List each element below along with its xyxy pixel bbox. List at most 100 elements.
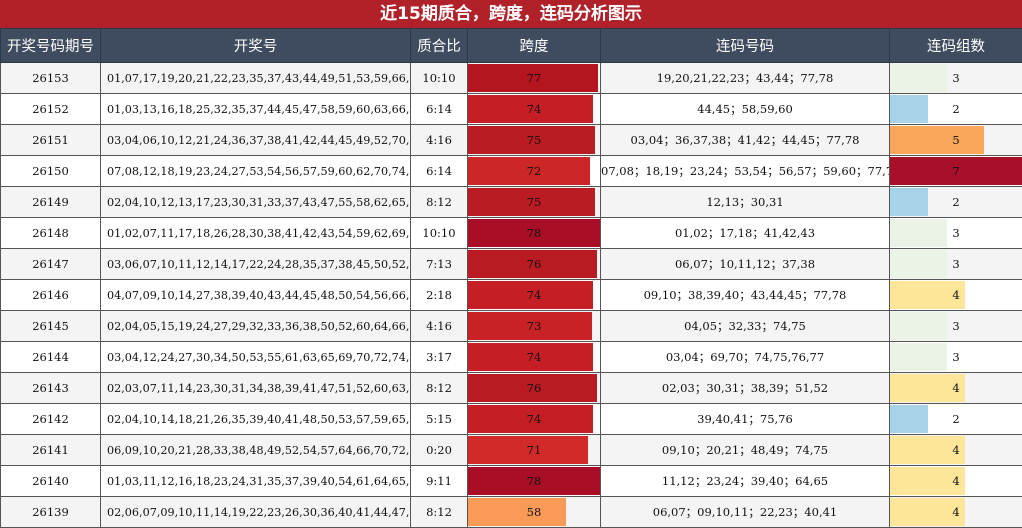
span-cell: 78 (467, 217, 601, 249)
table-row: 26150 07,08,12,18,19,23,24,27,53,54,56,57… (0, 155, 1022, 187)
table-row: 26151 03,04,06,10,12,21,24,36,37,38,41,42… (0, 124, 1022, 156)
groups-value: 3 (952, 319, 960, 333)
ratio-cell: 2:18 (410, 279, 468, 311)
span-value: 75 (526, 195, 542, 209)
groups-cell: 5 (889, 124, 1022, 156)
period-cell: 26151 (0, 124, 101, 156)
span-value: 74 (526, 288, 542, 302)
header-ratio: 质合比 (410, 28, 468, 63)
numbers-cell: 01,07,17,19,20,21,22,23,35,37,43,44,49,5… (100, 62, 411, 94)
span-cell: 74 (467, 341, 601, 373)
consecutive-cell: 09,10；20,21；48,49；74,75 (600, 434, 890, 466)
consecutive-cell: 12,13；30,31 (600, 186, 890, 218)
consecutive-cell: 01,02；17,18；41,42,43 (600, 217, 890, 249)
table-row: 26145 02,04,05,15,19,24,27,29,32,33,36,38… (0, 310, 1022, 342)
span-value: 72 (526, 164, 542, 178)
table-row: 26139 02,06,07,09,10,11,14,19,22,23,26,30… (0, 496, 1022, 528)
ratio-cell: 8:12 (410, 496, 468, 528)
table-row: 26147 03,06,07,10,11,12,14,17,22,24,28,35… (0, 248, 1022, 280)
numbers-cell: 03,06,07,10,11,12,14,17,22,24,28,35,37,3… (100, 248, 411, 280)
span-cell: 58 (467, 496, 601, 528)
groups-value: 2 (952, 195, 960, 209)
consecutive-cell: 09,10；38,39,40；43,44,45；77,78 (600, 279, 890, 311)
groups-cell: 4 (889, 496, 1022, 528)
span-value: 78 (526, 474, 542, 488)
ratio-cell: 0:20 (410, 434, 468, 466)
groups-cell: 3 (889, 248, 1022, 280)
groups-value: 3 (952, 71, 960, 85)
groups-value: 4 (952, 288, 960, 302)
span-cell: 75 (467, 124, 601, 156)
period-cell: 26148 (0, 217, 101, 249)
consecutive-cell: 02,03；30,31；38,39；51,52 (600, 372, 890, 404)
header-row: 开奖号码期号 开奖号 质合比 跨度 连码号码 连码组数 (0, 28, 1022, 63)
ratio-cell: 8:12 (410, 372, 468, 404)
period-cell: 26141 (0, 434, 101, 466)
numbers-cell: 01,03,11,12,16,18,23,24,31,35,37,39,40,5… (100, 465, 411, 497)
numbers-cell: 06,09,10,20,21,28,33,38,48,49,52,54,57,6… (100, 434, 411, 466)
period-cell: 26144 (0, 341, 101, 373)
ratio-cell: 7:13 (410, 248, 468, 280)
span-cell: 76 (467, 372, 601, 404)
consecutive-cell: 03,04；69,70；74,75,76,77 (600, 341, 890, 373)
numbers-cell: 01,02,07,11,17,18,26,28,30,38,41,42,43,5… (100, 217, 411, 249)
groups-cell: 3 (889, 310, 1022, 342)
ratio-cell: 4:16 (410, 124, 468, 156)
numbers-cell: 04,07,09,10,14,27,38,39,40,43,44,45,48,5… (100, 279, 411, 311)
table-row: 26146 04,07,09,10,14,27,38,39,40,43,44,45… (0, 279, 1022, 311)
span-cell: 74 (467, 403, 601, 435)
consecutive-cell: 04,05；32,33；74,75 (600, 310, 890, 342)
ratio-cell: 4:16 (410, 310, 468, 342)
span-value: 78 (526, 226, 542, 240)
period-cell: 26149 (0, 186, 101, 218)
period-cell: 26150 (0, 155, 101, 187)
consecutive-cell: 06,07；09,10,11；22,23；40,41 (600, 496, 890, 528)
period-cell: 26145 (0, 310, 101, 342)
table-row: 26144 03,04,12,24,27,30,34,50,53,55,61,63… (0, 341, 1022, 373)
numbers-cell: 02,03,07,11,14,23,30,31,34,38,39,41,47,5… (100, 372, 411, 404)
numbers-cell: 03,04,12,24,27,30,34,50,53,55,61,63,65,6… (100, 341, 411, 373)
analysis-page: 近15期质合，跨度，连码分析图示 开奖号码期号 开奖号 质合比 跨度 连码号码 … (0, 0, 1022, 528)
groups-cell: 3 (889, 341, 1022, 373)
groups-value: 3 (952, 226, 960, 240)
numbers-cell: 02,06,07,09,10,11,14,19,22,23,26,30,36,4… (100, 496, 411, 528)
period-cell: 26140 (0, 465, 101, 497)
groups-value: 4 (952, 474, 960, 488)
groups-cell: 2 (889, 403, 1022, 435)
consecutive-cell: 11,12；23,24；39,40；64,65 (600, 465, 890, 497)
period-cell: 26143 (0, 372, 101, 404)
period-cell: 26139 (0, 496, 101, 528)
span-value: 77 (526, 71, 542, 85)
span-value: 74 (526, 102, 542, 116)
header-period: 开奖号码期号 (0, 28, 101, 63)
period-cell: 26142 (0, 403, 101, 435)
groups-value: 7 (952, 164, 960, 178)
analysis-table: 开奖号码期号 开奖号 质合比 跨度 连码号码 连码组数 26153 01,07,1… (0, 28, 1022, 528)
groups-value: 2 (952, 412, 960, 426)
ratio-cell: 9:11 (410, 465, 468, 497)
header-groups: 连码组数 (889, 28, 1022, 63)
table-row: 26140 01,03,11,12,16,18,23,24,31,35,37,39… (0, 465, 1022, 497)
consecutive-cell: 19,20,21,22,23；43,44；77,78 (600, 62, 890, 94)
groups-cell: 4 (889, 465, 1022, 497)
table-row: 26153 01,07,17,19,20,21,22,23,35,37,43,44… (0, 62, 1022, 94)
ratio-cell: 10:10 (410, 217, 468, 249)
consecutive-cell: 39,40,41；75,76 (600, 403, 890, 435)
header-span: 跨度 (467, 28, 601, 63)
consecutive-cell: 07,08；18,19；23,24；53,54；56,57；59,60；77,7… (600, 155, 890, 187)
numbers-cell: 02,04,10,12,13,17,23,30,31,33,37,43,47,5… (100, 186, 411, 218)
period-cell: 26147 (0, 248, 101, 280)
numbers-cell: 02,04,05,15,19,24,27,29,32,33,36,38,50,5… (100, 310, 411, 342)
span-value: 76 (526, 257, 542, 271)
span-cell: 71 (467, 434, 601, 466)
header-numbers: 开奖号 (100, 28, 411, 63)
groups-cell: 4 (889, 279, 1022, 311)
groups-value: 4 (952, 381, 960, 395)
span-value: 74 (526, 350, 542, 364)
groups-cell: 4 (889, 434, 1022, 466)
table-row: 26143 02,03,07,11,14,23,30,31,34,38,39,41… (0, 372, 1022, 404)
span-value: 73 (526, 319, 542, 333)
groups-cell: 4 (889, 372, 1022, 404)
groups-value: 5 (952, 133, 960, 147)
table-row: 26148 01,02,07,11,17,18,26,28,30,38,41,42… (0, 217, 1022, 249)
